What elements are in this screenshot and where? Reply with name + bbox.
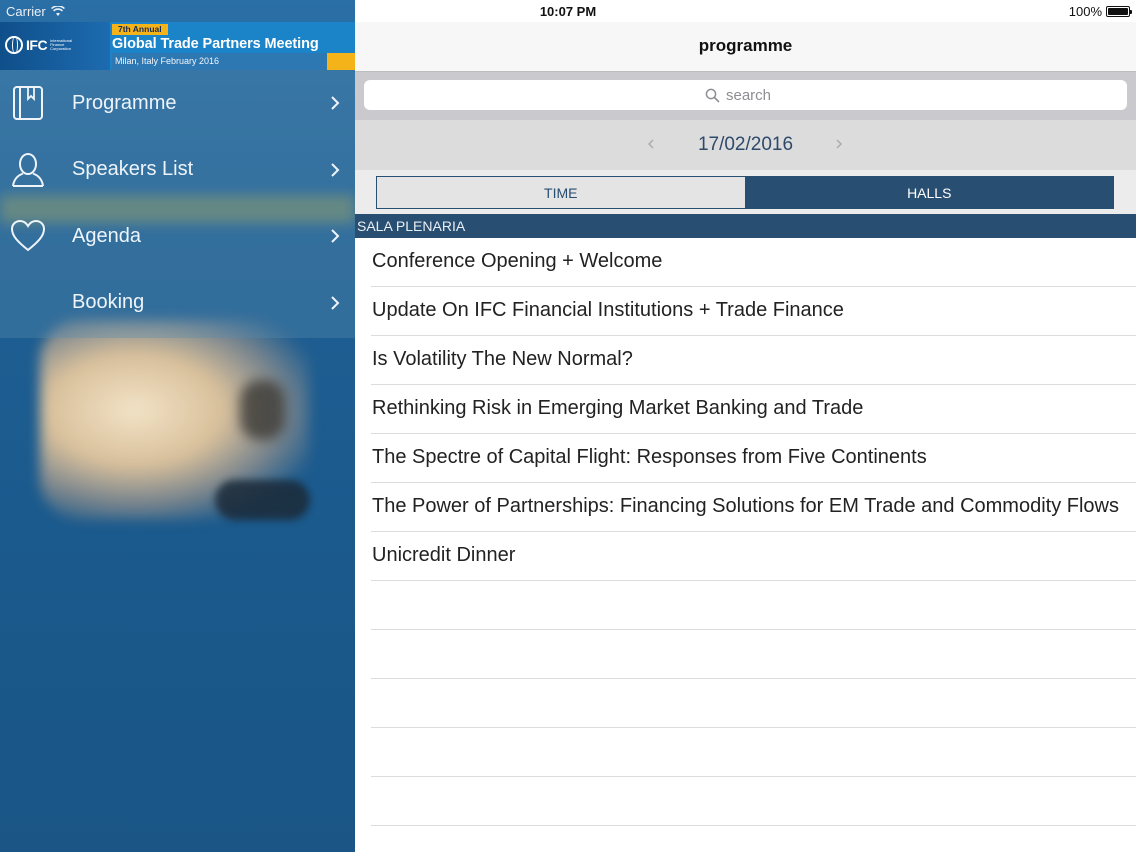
session-title: Update On IFC Financial Institutions + T…	[372, 299, 844, 321]
sidebar-item-label: Speakers List	[72, 158, 194, 181]
sidebar-item-speakers-list[interactable]: Speakers List	[0, 137, 355, 204]
sidebar-item-label: Booking	[72, 291, 145, 314]
logo-text: IFC	[26, 37, 48, 53]
globe-icon	[5, 36, 23, 54]
chevron-right-icon[interactable]	[831, 135, 847, 153]
sidebar-item-booking[interactable]: Booking	[0, 270, 355, 337]
view-segmented-control: TIME HALLS	[376, 176, 1114, 209]
session-title: The Spectre of Capital Flight: Responses…	[372, 446, 927, 468]
search-bar	[355, 72, 1136, 120]
battery-percent: 100%	[1068, 4, 1102, 19]
section-header: SALA PLENARIA	[355, 214, 1136, 238]
status-bar: Carrier 10:07 PM 100%	[0, 0, 1136, 22]
session-list: Conference Opening + Welcome Update On I…	[355, 238, 1136, 826]
session-title: The Power of Partnerships: Financing Sol…	[372, 495, 1119, 517]
session-title: Conference Opening + Welcome	[372, 250, 663, 272]
main-content: programme 17/02/2016 TIME HALLS SALA PLE…	[355, 0, 1136, 852]
search-field[interactable]	[364, 80, 1127, 110]
empty-row	[371, 581, 1136, 630]
empty-row	[371, 630, 1136, 679]
empty-row	[371, 777, 1136, 826]
sidebar-background-shape	[240, 380, 285, 440]
page-title: programme	[698, 36, 793, 55]
date-navigator: 17/02/2016	[355, 120, 1136, 170]
banner-title: Global Trade Partners Meeting	[112, 36, 319, 52]
sidebar-item-label: Agenda	[72, 224, 141, 247]
ifc-logo: IFC International Finance Corporation	[5, 36, 86, 54]
chevron-right-icon	[331, 96, 340, 110]
book-icon	[13, 86, 43, 121]
list-item[interactable]: Rethinking Risk in Emerging Market Banki…	[371, 385, 1136, 434]
list-item[interactable]: Unicredit Dinner	[371, 532, 1136, 581]
empty-row	[371, 728, 1136, 777]
list-item[interactable]: Conference Opening + Welcome	[371, 238, 1136, 287]
list-item[interactable]: Update On IFC Financial Institutions + T…	[371, 287, 1136, 336]
segment-area: TIME HALLS	[355, 170, 1136, 214]
app-root: Carrier 10:07 PM 100% IFC International …	[0, 0, 1136, 852]
chevron-right-icon	[331, 163, 340, 177]
banner-subtitle: Milan, Italy February 2016	[112, 53, 327, 70]
list-item[interactable]: Is Volatility The New Normal?	[371, 336, 1136, 385]
event-banner: IFC International Finance Corporation 7t…	[0, 22, 355, 70]
date-label: 17/02/2016	[697, 134, 794, 155]
navigation-bar: programme	[355, 22, 1136, 72]
session-title: Rethinking Risk in Emerging Market Banki…	[372, 397, 864, 419]
search-input[interactable]	[726, 86, 786, 104]
list-item[interactable]: The Power of Partnerships: Financing Sol…	[371, 483, 1136, 532]
battery-icon	[1106, 6, 1132, 17]
segment-halls[interactable]: HALLS	[744, 177, 1113, 208]
list-item[interactable]: The Spectre of Capital Flight: Responses…	[371, 434, 1136, 483]
sidebar-menu: Programme Speakers List Agenda Booking	[0, 70, 355, 338]
banner-accent	[327, 53, 355, 70]
heart-icon	[10, 220, 46, 252]
logo-subtext: International Finance Corporation	[50, 38, 73, 51]
status-battery: 100%	[1068, 4, 1132, 19]
sidebar-item-label: Programme	[72, 91, 177, 114]
search-icon	[705, 88, 720, 103]
sidebar-item-programme[interactable]: Programme	[0, 70, 355, 137]
status-time: 10:07 PM	[539, 4, 597, 19]
sidebar: IFC International Finance Corporation 7t…	[0, 0, 355, 852]
empty-row	[371, 679, 1136, 728]
chevron-right-icon	[331, 229, 340, 243]
chevron-right-icon	[331, 296, 340, 310]
segment-time[interactable]: TIME	[377, 177, 745, 208]
person-icon	[12, 152, 44, 187]
banner-annual-tag: 7th Annual	[112, 24, 168, 35]
sidebar-item-agenda[interactable]: Agenda	[0, 203, 355, 270]
session-title: Is Volatility The New Normal?	[372, 348, 633, 370]
session-title: Unicredit Dinner	[372, 544, 516, 566]
sidebar-background-shape-dark	[215, 480, 310, 520]
